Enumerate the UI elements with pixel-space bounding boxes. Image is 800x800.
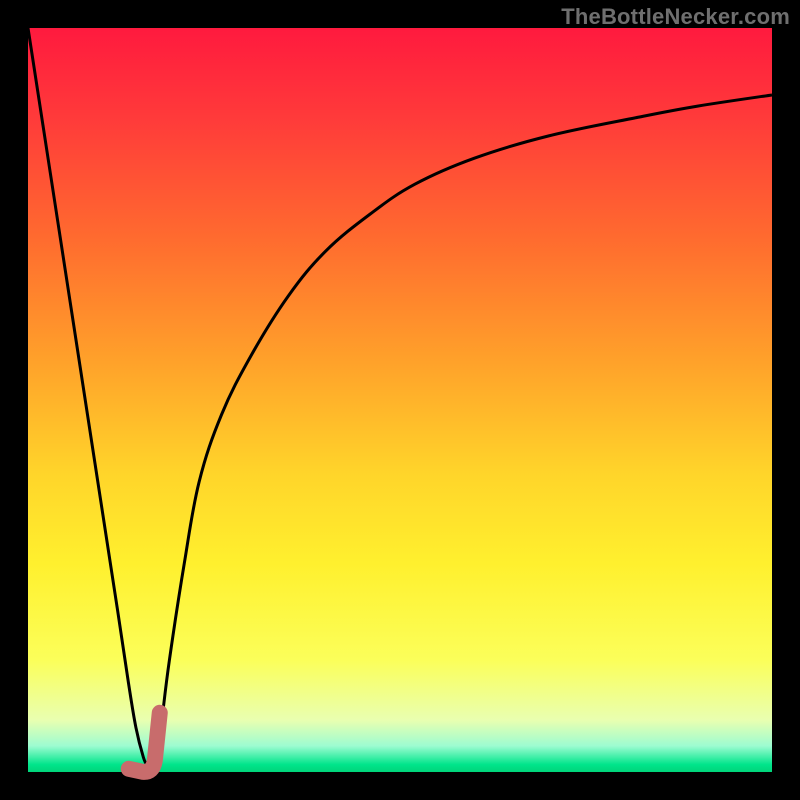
watermark-text: TheBottleNecker.com (561, 4, 790, 30)
plot-area (28, 28, 772, 772)
chart-frame: TheBottleNecker.com (0, 0, 800, 800)
chart-svg (28, 28, 772, 772)
bottleneck-curve (28, 28, 772, 767)
